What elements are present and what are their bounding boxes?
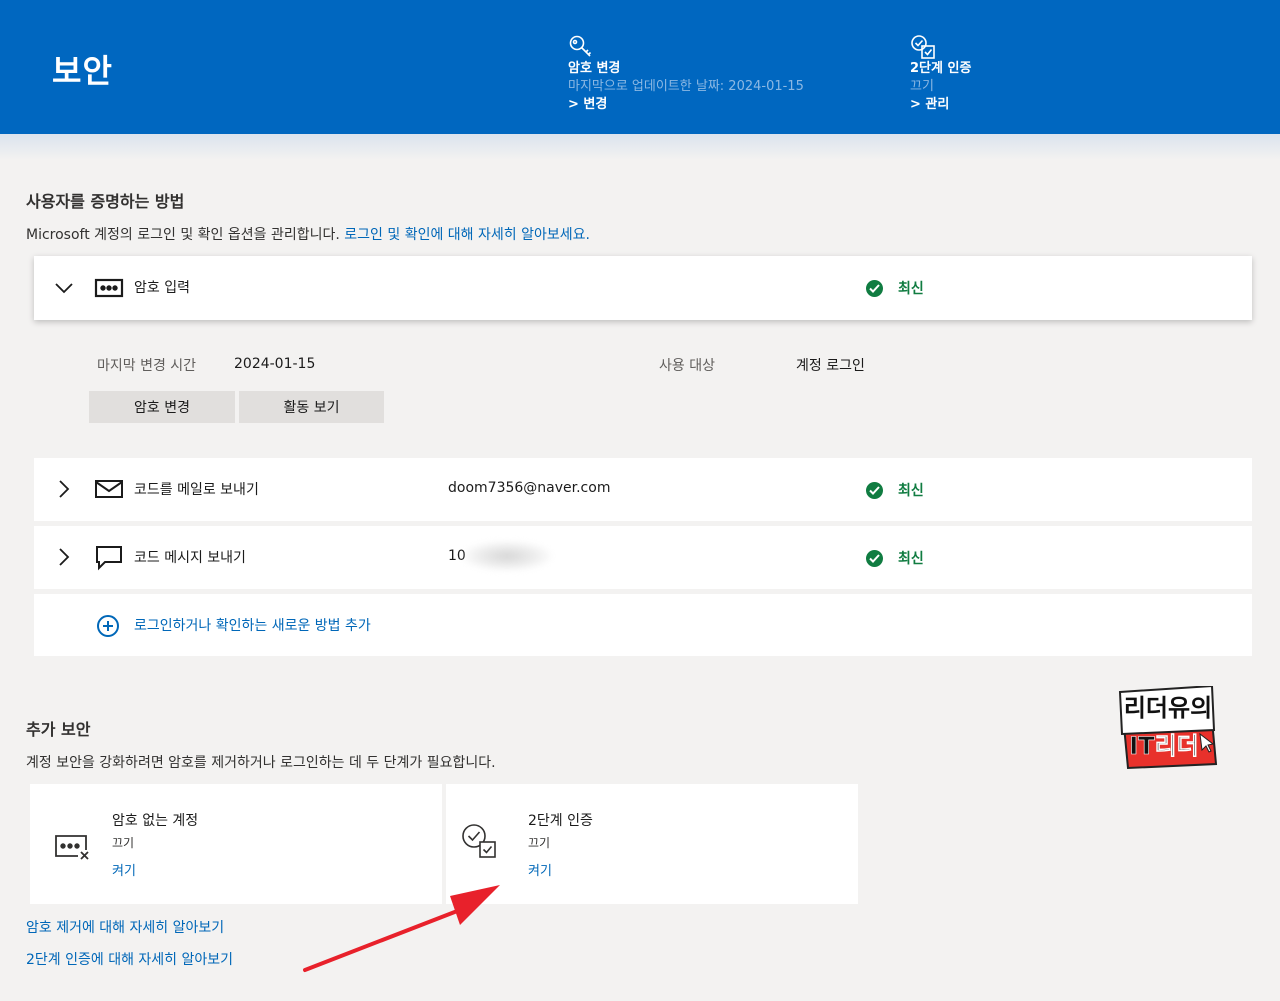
password-details-panel: 마지막 변경 시간 2024-01-15 사용 대상 계정 로그인 암호 변경 …	[34, 328, 1252, 452]
status-text: 최신	[898, 483, 924, 499]
check-circle-icon	[866, 549, 883, 567]
passwordless-turn-on-link[interactable]: 켜기	[112, 860, 136, 879]
two-step-state: 끄기	[910, 79, 934, 94]
view-activity-button[interactable]: 활동 보기	[239, 391, 384, 423]
status-badge: 최신	[866, 480, 924, 500]
status-text: 최신	[898, 551, 924, 567]
used-for-value: 계정 로그인	[796, 358, 865, 374]
tile-title: 암호 없는 계정	[112, 813, 199, 829]
chevron-right-icon[interactable]	[54, 479, 74, 499]
manage-two-step-link[interactable]: > 관리	[910, 96, 971, 114]
chat-bubble-icon	[96, 546, 122, 571]
additional-section-desc: 계정 보안을 강화하려면 암호를 제거하거나 로그인하는 데 두 단계가 필요합…	[26, 755, 496, 771]
method-label: 암호 입력	[134, 280, 190, 296]
learn-passwordless-link[interactable]: 암호 제거에 대해 자세히 알아보기	[26, 917, 224, 937]
chevron-down-icon[interactable]	[54, 278, 74, 298]
two-step-verification-icon	[462, 824, 496, 858]
svg-text:IT리더: IT리더	[1129, 732, 1198, 760]
method-label: 코드를 메일로 보내기	[134, 482, 259, 498]
change-password-link[interactable]: > 변경	[568, 96, 804, 114]
check-circle-icon	[866, 279, 883, 297]
password-last-updated: 마지막으로 업데이트한 날짜: 2024-01-15	[568, 79, 804, 94]
tile-title: 2단계 인증	[528, 813, 593, 829]
header-shadow	[0, 134, 1280, 160]
two-step-summary-label: 2단계 인증	[910, 61, 972, 76]
used-for-label: 사용 대상	[659, 358, 715, 374]
change-password-button[interactable]: 암호 변경	[89, 391, 235, 423]
method-sms-row[interactable]: 코드 메시지 보내기 10 최신	[34, 526, 1252, 589]
last-changed-label: 마지막 변경 시간	[97, 358, 197, 374]
two-step-summary: 2단계 인증 끄기 > 관리	[910, 34, 971, 114]
method-email-value: doom7356@naver.com	[448, 480, 611, 496]
proof-desc-text: Microsoft 계정의 로그인 및 확인 옵션을 관리합니다.	[26, 227, 340, 243]
password-summary: 암호 변경 마지막으로 업데이트한 날짜: 2024-01-15 > 변경	[568, 34, 804, 114]
two-step-turn-on-link[interactable]: 켜기	[528, 860, 552, 879]
status-text: 최신	[898, 281, 924, 297]
passwordless-icon	[55, 835, 89, 860]
envelope-icon	[95, 480, 123, 498]
annotation-arrow	[303, 885, 500, 972]
status-badge: 최신	[866, 548, 924, 568]
watermark-logo: 리더유의 IT리더	[1116, 684, 1220, 770]
proof-section-title: 사용자를 증명하는 방법	[26, 192, 185, 211]
tile-state: 끄기	[528, 836, 551, 850]
add-method-link[interactable]: 로그인하거나 확인하는 새로운 방법 추가	[134, 615, 371, 635]
learn-signin-link[interactable]: 로그인 및 확인에 대해 자세히 알아보세요.	[344, 227, 590, 243]
last-changed-value: 2024-01-15	[234, 356, 316, 372]
phone-redaction-blur	[462, 541, 552, 571]
method-email-row[interactable]: 코드를 메일로 보내기 doom7356@naver.com 최신	[34, 458, 1252, 521]
password-summary-label: 암호 변경	[568, 61, 621, 76]
page-title: 보안	[52, 52, 113, 90]
additional-section-title: 추가 보안	[26, 720, 91, 739]
tile-state: 끄기	[112, 836, 135, 850]
chevron-right-icon[interactable]	[54, 547, 74, 567]
proof-section-desc: Microsoft 계정의 로그인 및 확인 옵션을 관리합니다. 로그인 및 …	[26, 224, 590, 244]
svg-text:리더유의: 리더유의	[1124, 694, 1212, 722]
method-password-row[interactable]: 암호 입력 최신	[34, 256, 1252, 320]
key-icon	[569, 35, 592, 57]
plus-circle-icon[interactable]	[96, 614, 120, 638]
page-header: 보안 암호 변경 마지막으로 업데이트한 날짜: 2024-01-15 > 변경…	[0, 0, 1280, 134]
method-label: 코드 메시지 보내기	[134, 550, 246, 566]
check-circle-icon	[866, 481, 883, 499]
two-step-verification-icon	[911, 35, 935, 59]
status-badge: 최신	[866, 278, 924, 298]
add-method-row[interactable]: 로그인하거나 확인하는 새로운 방법 추가	[34, 594, 1252, 656]
learn-two-step-link[interactable]: 2단계 인증에 대해 자세히 알아보기	[26, 949, 233, 969]
password-dots-icon	[94, 278, 124, 298]
